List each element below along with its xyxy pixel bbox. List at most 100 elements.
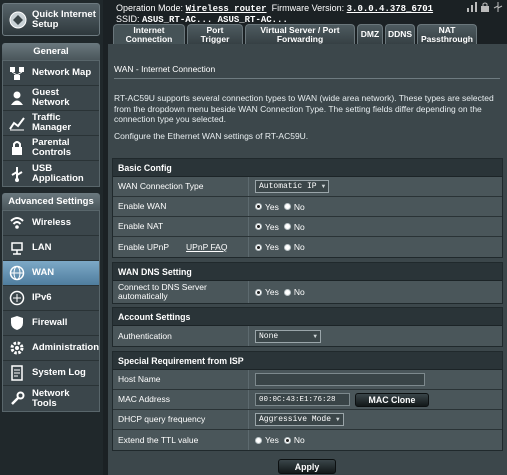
sidebar-item-lan[interactable]: LAN <box>3 236 99 261</box>
select-value: Automatic IP <box>259 182 317 191</box>
radio-label: No <box>293 435 305 445</box>
radio-label: No <box>293 242 305 252</box>
dhcp-frequency-select[interactable]: Aggressive Mode ▼ <box>255 413 344 426</box>
select-value: Aggressive Mode <box>259 415 332 424</box>
top-status-bar: Operation Mode: Wireless router Firmware… <box>108 0 507 26</box>
connect-dns-no-radio[interactable]: No <box>283 287 305 297</box>
advanced-section-header: Advanced Settings <box>2 193 100 210</box>
sidebar-item-label: Guest Network <box>32 87 70 108</box>
radio-dot <box>255 203 262 210</box>
wan-connection-type-select[interactable]: Automatic IP ▼ <box>255 180 330 193</box>
radio-label: Yes <box>265 221 279 232</box>
sidebar-item-wireless[interactable]: Wireless <box>3 211 99 236</box>
isp-header: Special Requirement from ISP <box>113 352 502 370</box>
enable-wan-label: Enable WAN <box>113 197 249 216</box>
tab-dmz[interactable]: DMZ <box>357 24 383 44</box>
status-icons <box>467 2 503 12</box>
sidebar-item-network-map[interactable]: Network Map <box>3 61 99 86</box>
extend-ttl-label: Extend the TTL value <box>113 430 249 450</box>
wan-description: RT-AC59U supports several connection typ… <box>114 93 494 124</box>
enable-nat-no-radio[interactable]: No <box>283 222 305 232</box>
connect-dns-row: Connect to DNS Server automatically Yes … <box>113 281 502 303</box>
sidebar-item-network-tools[interactable]: Network Tools <box>3 386 99 411</box>
chevron-down-icon: ▼ <box>321 183 326 190</box>
tab-virtual-server[interactable]: Virtual Server / Port Forwarding <box>245 24 355 44</box>
system-log-icon <box>8 364 26 382</box>
tab-bar: Internet Connection Port Trigger Virtual… <box>113 24 477 44</box>
radio-label: Yes <box>265 287 279 297</box>
operation-mode-label: Operation Mode: <box>116 3 184 13</box>
enable-upnp-yes-radio[interactable]: Yes <box>255 242 279 252</box>
sidebar-item-label: USB Application <box>32 162 84 184</box>
chevron-down-icon: ▼ <box>336 416 340 423</box>
enable-nat-label: Enable NAT <box>113 217 249 236</box>
sidebar-item-usb-application[interactable]: USB Application <box>3 161 99 186</box>
host-name-label: Host Name <box>113 370 249 389</box>
ssid-label: SSID: <box>116 14 140 24</box>
wan-connection-type-row: WAN Connection Type Automatic IP ▼ <box>113 177 502 197</box>
lan-icon <box>8 239 26 257</box>
apply-button[interactable]: Apply <box>278 459 336 474</box>
sidebar-item-ipv6[interactable]: IPv6 <box>3 286 99 311</box>
tab-ddns[interactable]: DDNS <box>385 24 415 44</box>
enable-wan-row: Enable WAN Yes No <box>113 197 502 217</box>
title-divider <box>114 78 500 79</box>
extend-ttl-yes-radio[interactable]: Yes <box>255 435 279 445</box>
sidebar-item-administration[interactable]: Administration <box>3 336 99 361</box>
tab-nat-passthrough[interactable]: NAT Passthrough <box>417 24 477 44</box>
isp-requirements-table: Special Requirement from ISP Host Name M… <box>112 351 503 451</box>
administration-icon <box>8 339 26 357</box>
operation-mode-link[interactable]: Wireless router <box>186 4 267 14</box>
firmware-link[interactable]: 3.0.0.4.378_6701 <box>347 4 433 14</box>
ipv6-icon <box>8 289 26 307</box>
mac-address-input[interactable]: 00:0C:43:E1:76:28 <box>255 393 350 406</box>
traffic-manager-icon <box>8 114 26 132</box>
enable-wan-yes-radio[interactable]: Yes <box>255 202 279 212</box>
tab-internet-connection[interactable]: Internet Connection <box>113 24 185 44</box>
mac-clone-button[interactable]: MAC Clone <box>355 392 429 407</box>
sidebar-item-label: Network Map <box>32 67 92 78</box>
page-title: WAN - Internet Connection <box>114 64 216 74</box>
tab-port-trigger[interactable]: Port Trigger <box>187 24 243 44</box>
extend-ttl-row: Extend the TTL value Yes No <box>113 430 502 450</box>
account-settings-header: Account Settings <box>113 308 502 326</box>
enable-nat-yes-radio[interactable]: Yes <box>255 222 279 232</box>
wan-connection-type-label: WAN Connection Type <box>113 177 249 196</box>
sidebar-item-parental-controls[interactable]: Parental Controls <box>3 136 99 161</box>
sidebar-item-label: Administration <box>32 342 100 353</box>
sidebar-item-wan[interactable]: WAN <box>3 261 99 286</box>
enable-upnp-row: Enable UPnP UPnP FAQ Yes No <box>113 237 502 257</box>
quick-setup-icon <box>7 9 29 31</box>
sidebar-item-traffic-manager[interactable]: Traffic Manager <box>3 111 99 136</box>
usb-status-icon[interactable] <box>493 2 503 12</box>
usb-application-icon <box>8 165 26 183</box>
sidebar-item-label: LAN <box>32 242 52 253</box>
quick-internet-setup-button[interactable]: Quick Internet Setup <box>2 3 100 36</box>
mac-address-row: MAC Address 00:0C:43:E1:76:28 MAC Clone <box>113 390 502 410</box>
enable-nat-row: Enable NAT Yes No <box>113 217 502 237</box>
enable-upnp-no-radio[interactable]: No <box>283 242 305 252</box>
sidebar-item-label: Traffic Manager <box>32 112 72 133</box>
sidebar: Quick Internet Setup General Network Map… <box>0 0 103 475</box>
extend-ttl-no-radio[interactable]: No <box>283 435 305 445</box>
configure-text: Configure the Ethernet WAN settings of R… <box>114 131 309 141</box>
network-status-icon[interactable] <box>467 2 477 12</box>
sidebar-item-system-log[interactable]: System Log <box>3 361 99 386</box>
radio-label: No <box>293 287 305 297</box>
dhcp-frequency-label: DHCP query frequency <box>113 410 249 429</box>
quick-setup-label: Quick Internet Setup <box>32 8 96 30</box>
general-menu: Network Map Guest Network Traffic Manage… <box>2 60 100 187</box>
wan-icon <box>8 264 26 282</box>
upnp-faq-link[interactable]: UPnP FAQ <box>186 242 227 252</box>
select-value: None <box>259 331 279 341</box>
enable-wan-no-radio[interactable]: No <box>283 202 305 212</box>
operation-mode-line: Operation Mode: Wireless router Firmware… <box>116 3 433 14</box>
authentication-select[interactable]: None ▼ <box>255 329 321 343</box>
sidebar-item-label: WAN <box>32 267 55 278</box>
lock-icon[interactable] <box>480 2 490 12</box>
sidebar-item-guest-network[interactable]: Guest Network <box>3 86 99 111</box>
sidebar-item-firewall[interactable]: Firewall <box>3 311 99 336</box>
account-settings-table: Account Settings Authentication None ▼ <box>112 307 503 347</box>
connect-dns-yes-radio[interactable]: Yes <box>255 287 279 297</box>
host-name-input[interactable] <box>255 373 425 386</box>
